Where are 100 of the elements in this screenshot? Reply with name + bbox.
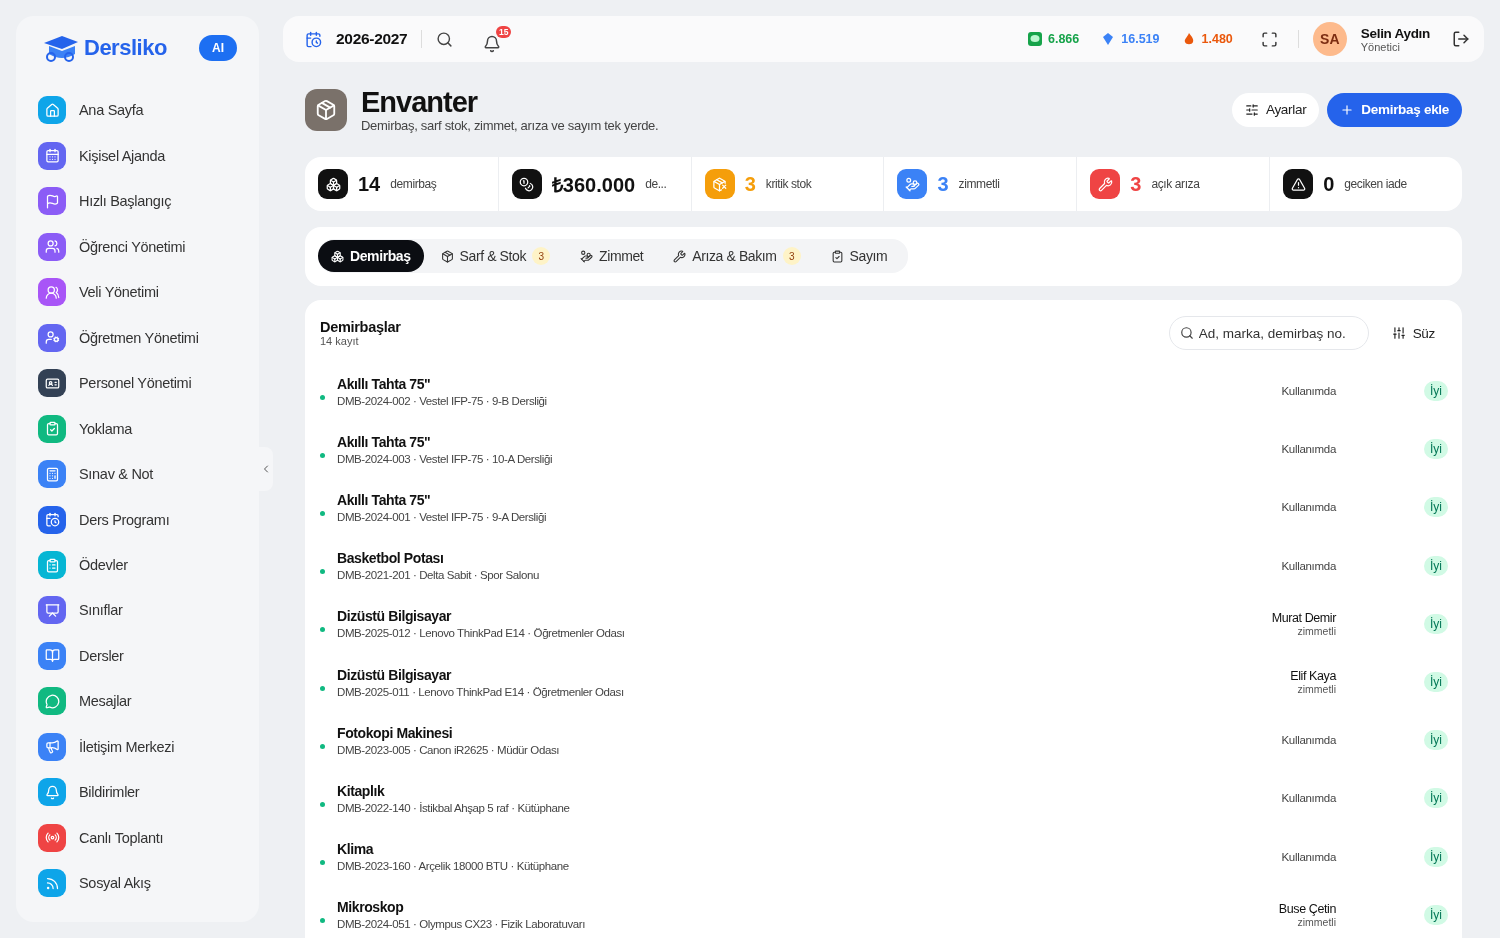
item-name: Dizüstü Bilgisayar (337, 608, 453, 625)
tab[interactable]: Sayım (817, 240, 901, 272)
search-icon (1179, 326, 1194, 340)
counter: 16.519 (1101, 32, 1160, 46)
list-row[interactable]: Dizüstü Bilgisayar DMB-2025-012 · Lenovo ThinkPad E14 · Öğretmenler Odası Murat Demir zimmetli İyi (320, 594, 1448, 653)
nav-item[interactable]: Ana Sayfa (38, 87, 237, 134)
search-field[interactable]: Ad, marka, demirbaş no. (1168, 316, 1369, 350)
item-details: DMB-2025-011 · Lenovo ThinkPad E14 · Öğretmenler Odası (337, 685, 625, 698)
item-details: DMB-2023-160 · Arçelik 18000 BTU · Kütüphane (337, 860, 570, 873)
list-row[interactable]: Basketbol Potası DMB-2021-201 · Delta Sabit · Spor Salonu Kullanımda İyi (320, 536, 1448, 595)
page-title: Envanter (361, 86, 479, 118)
page-subtitle: Demirbaş, sarf stok, zimmet, arıza ve sayım tek yerde. (361, 118, 660, 133)
stat-label: zimmetli (958, 177, 1000, 191)
list-row[interactable]: Akıllı Tahta 75" DMB-2024-003 · Vestel IFP-75 · 10-A Dersliği Kullanımda İyi (320, 420, 1448, 479)
notifications-button[interactable]: 15 (483, 25, 512, 53)
item-name: Klima (337, 841, 375, 858)
list-row[interactable]: Fotokopi Makinesi DMB-2023-005 · Canon iR2625 · Müdür Odası Kullanımda İyi (320, 711, 1448, 770)
counter: 1.480 (1181, 32, 1233, 46)
counter: 6.866 (1028, 32, 1080, 46)
stat-value: ₺360.000 (551, 172, 636, 198)
list-row[interactable]: Akıllı Tahta 75" DMB-2024-001 · Vestel IFP-75 · 9-A Dersliği Kullanımda İyi (320, 478, 1448, 537)
list-row[interactable]: Mikroskop DMB-2024-051 · Olympus CX23 · Fizik Laboratuvarı Buse Çetin zimmetli İyi (320, 885, 1448, 938)
nav-item[interactable]: Ödevler (38, 542, 237, 588)
fullscreen-icon[interactable] (1260, 30, 1278, 48)
item-name: Akıllı Tahta 75" (337, 375, 432, 392)
item-status: Kullanımda (1281, 792, 1336, 805)
settings-button[interactable]: Ayarlar (1231, 92, 1320, 127)
tab[interactable]: Sarf & Stok 3 (427, 240, 564, 272)
stat-value: 14 (358, 172, 381, 196)
nav-item[interactable]: Öğrenci Yönetimi (38, 224, 237, 270)
notification-badge: 15 (495, 25, 512, 38)
ai-button[interactable]: AI (199, 34, 237, 61)
condition-badge: İyi (1424, 555, 1448, 576)
search-icon[interactable] (436, 30, 454, 48)
nav-item[interactable]: Kişisel Ajanda (38, 133, 237, 179)
stat-label: demirbaş (390, 177, 437, 191)
list-row[interactable]: Kitaplık DMB-2022-140 · İstikbal Ahşap 5 raf · Kütüphane Kullanımda İyi (320, 769, 1448, 828)
stat-value: 3 (937, 172, 949, 196)
count-badge: 3 (782, 247, 801, 265)
logout-icon[interactable] (1452, 30, 1470, 48)
nav-item[interactable]: İletişim Merkezi (38, 724, 237, 770)
stat-label: geciken iade (1344, 177, 1407, 191)
nav-item[interactable]: Sınıflar (38, 587, 237, 634)
item-name: Dizüstü Bilgisayar (337, 666, 453, 683)
nav-item[interactable]: Bildirimler (38, 769, 237, 815)
item-details: DMB-2024-001 · Vestel IFP-75 · 9-A Dersliği (337, 510, 548, 523)
list-row[interactable]: Akıllı Tahta 75" DMB-2024-002 · Vestel IFP-75 · 9-B Dersliği Kullanımda İyi (320, 362, 1448, 421)
stat-label: kritik stok (765, 177, 812, 191)
item-status: Kullanımda (1281, 501, 1336, 514)
sliders-icon (1244, 102, 1259, 117)
assignee-name: Buse Çetin (1278, 901, 1336, 916)
item-name: Mikroskop (337, 899, 405, 916)
condition-badge: İyi (1424, 904, 1448, 925)
add-button[interactable]: Demirbaş ekle (1327, 92, 1462, 127)
stat-label: açık arıza (1151, 177, 1200, 191)
item-details: DMB-2021-201 · Delta Sabit · Spor Salonu (337, 569, 540, 582)
item-name: Akıllı Tahta 75" (337, 491, 432, 508)
nav-item[interactable]: Ders Programı (38, 496, 237, 543)
nav-item[interactable]: Veli Yönetimi (38, 269, 237, 316)
list-row[interactable]: Dizüstü Bilgisayar DMB-2025-011 · Lenovo ThinkPad E14 · Öğretmenler Odası Elif Kaya zimmetli İyi (320, 652, 1448, 712)
stat-value: 0 (1323, 172, 1335, 196)
condition-badge: İyi (1424, 381, 1448, 402)
item-status: Kullanımda (1281, 385, 1336, 398)
item-details: DMB-2024-051 · Olympus CX23 · Fizik Laboratuvarı (337, 918, 586, 931)
record-count: 14 kayıt (320, 335, 360, 347)
stat-value: 3 (744, 172, 756, 196)
condition-badge: İyi (1424, 613, 1448, 634)
item-details: DMB-2025-012 · Lenovo ThinkPad E14 · Öğretmenler Odası (337, 627, 626, 640)
tab[interactable]: Demirbaş (318, 240, 424, 272)
boxes-icon (331, 249, 344, 263)
gem-icon (1101, 32, 1116, 46)
item-status: Kullanımda (1281, 850, 1336, 863)
condition-badge: İyi (1424, 730, 1448, 751)
condition-badge: İyi (1424, 846, 1448, 867)
wrench-icon (673, 249, 687, 263)
nav-item[interactable]: Yoklama (38, 405, 237, 452)
assignee-note: zimmetli (1296, 683, 1336, 696)
calendar-icon (305, 30, 322, 48)
count-badge: 3 (532, 247, 551, 265)
tab[interactable]: Zimmet (567, 240, 657, 272)
nav-item[interactable]: Canlı Toplantı (38, 815, 237, 861)
item-details: DMB-2024-002 · Vestel IFP-75 · 9-B Dersliği (337, 394, 548, 407)
nav-item[interactable]: Hızlı Başlangıç (38, 178, 237, 225)
condition-badge: İyi (1424, 788, 1448, 809)
nav-item[interactable]: Sınav & Not (38, 451, 237, 497)
condition-badge: İyi (1424, 439, 1448, 460)
nav-item[interactable]: Mesajlar (38, 678, 237, 725)
item-name: Fotokopi Makinesi (337, 724, 454, 741)
school-year: 2026-2027 (336, 30, 408, 48)
tab[interactable]: Arıza & Bakım 3 (660, 240, 814, 272)
nav-item[interactable]: Personel Yönetimi (38, 360, 237, 406)
assignee-name: Murat Demir (1271, 610, 1336, 625)
nav-item[interactable]: Dersler (38, 633, 237, 679)
nav-item[interactable]: Sosyal Akış (38, 860, 237, 906)
assignee-note: zimmetli (1296, 915, 1336, 928)
nav-item[interactable]: Öğretmen Yönetimi (38, 315, 237, 361)
package-icon (440, 249, 454, 263)
item-name: Kitaplık (337, 782, 386, 799)
collapse-handle[interactable] (258, 447, 273, 491)
list-row[interactable]: Klima DMB-2023-160 · Arçelik 18000 BTU · Kütüphane Kullanımda İyi (320, 827, 1448, 886)
